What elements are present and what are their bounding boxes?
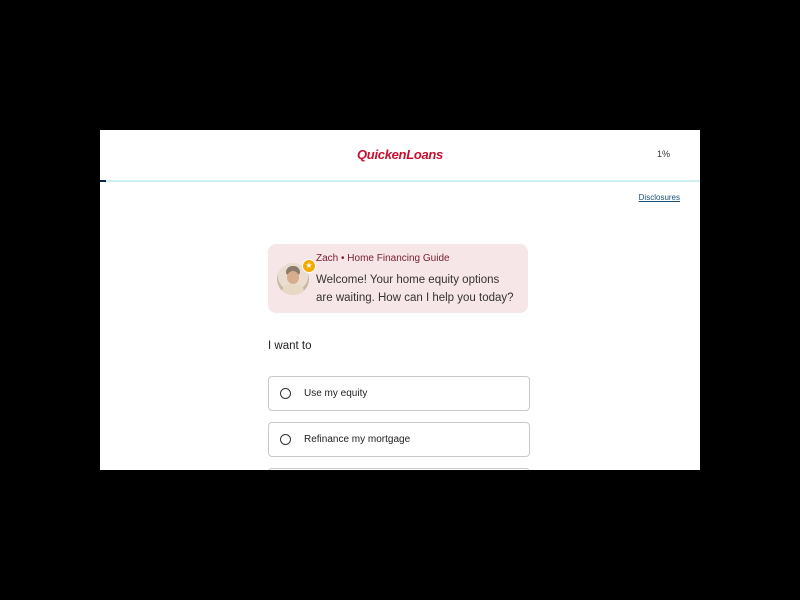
option-label: Refinance my mortgage [304,434,411,445]
radio-button-icon[interactable] [280,434,291,445]
header: QuickenLoans 1% [100,130,700,180]
option-partially-visible[interactable] [268,468,530,470]
star-icon: ★ [302,259,316,273]
app-frame: QuickenLoans 1% Disclosures ★ Zach • Hom… [100,130,700,470]
option-label: Use my equity [304,388,368,399]
quicken-loans-logo: QuickenLoans [357,147,443,162]
progress-bar-fill [100,180,106,182]
guide-message-text: Welcome! Your home equity options are wa… [316,274,514,304]
guide-name-title: Zach • Home Financing Guide [316,253,450,264]
progress-bar [100,180,700,182]
progress-percent: 1% [656,149,670,159]
option-use-my-equity[interactable]: Use my equity [268,376,530,411]
question-prompt: I want to [268,340,312,352]
radio-button-icon[interactable] [280,388,291,399]
option-refinance-my-mortgage[interactable]: Refinance my mortgage [268,422,530,457]
disclosures-link[interactable]: Disclosures [639,193,680,202]
guide-message-bubble: ★ Zach • Home Financing Guide Welcome! Y… [268,244,528,313]
